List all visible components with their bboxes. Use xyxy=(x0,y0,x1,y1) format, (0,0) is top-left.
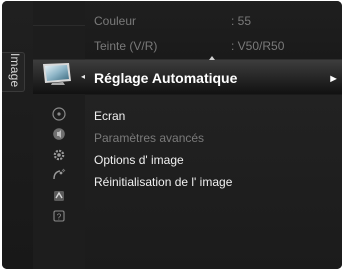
gear-icon[interactable] xyxy=(52,148,66,162)
menu-item-options-image[interactable]: Options d' image xyxy=(94,153,184,167)
setting-teinte-value: : V50/R50 xyxy=(231,39,285,53)
setting-teinte-label[interactable]: Teinte (V/R) xyxy=(94,39,157,53)
speaker-icon[interactable] xyxy=(52,127,66,141)
sidebar: Image xyxy=(2,1,34,269)
menu-item-reglage-automatique[interactable]: Réglage Automatique xyxy=(94,70,237,86)
arrow-right-icon[interactable]: ► xyxy=(328,73,339,85)
icon-separator xyxy=(33,25,85,26)
menu-panel: Image ◂ ? Couleur: 55 Teinte (V/R): V5… xyxy=(2,1,342,269)
satellite-icon[interactable] xyxy=(52,168,66,182)
screen: Image ◂ ? Couleur: 55 Teinte (V/R): V5… xyxy=(0,0,345,272)
menu-content: Couleur : 55 Teinte (V/R) : V50/R50 Régl… xyxy=(85,1,342,269)
tv-picture-icon[interactable] xyxy=(39,62,75,86)
setting-couleur-label[interactable]: Couleur xyxy=(94,14,136,28)
disc-icon[interactable] xyxy=(52,107,66,121)
setting-couleur-value: : 55 xyxy=(231,14,252,28)
menu-item-reinitialisation[interactable]: Réinitialisation de l' image xyxy=(94,175,232,189)
sidebar-label: Image xyxy=(8,53,22,88)
menu-item-ecran[interactable]: Ecran xyxy=(94,109,125,123)
scroll-up-icon[interactable] xyxy=(209,56,215,60)
input-icon[interactable] xyxy=(52,189,66,203)
svg-text:?: ? xyxy=(57,212,62,221)
menu-item-parametres-avances: Paramètres avancés xyxy=(94,131,205,145)
help-icon[interactable]: ? xyxy=(52,209,66,223)
